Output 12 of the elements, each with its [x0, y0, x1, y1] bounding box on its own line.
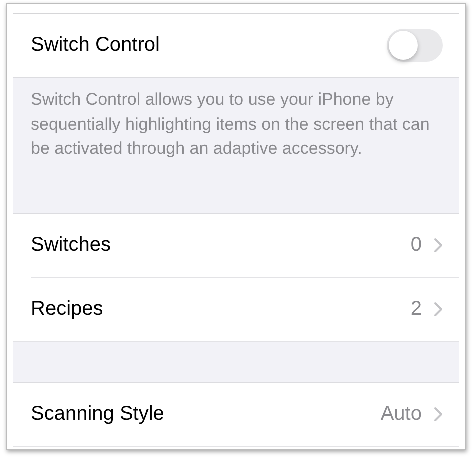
row-value: Auto [380, 403, 422, 426]
row-label: Switch Control [31, 34, 161, 57]
row-value: 2 [410, 298, 422, 321]
description-text: Switch Control allows you to use your iPhone by sequentially highlighting items on the screen that can be activated through an adaptive accessory. [31, 89, 431, 160]
chevron-icon [434, 238, 443, 253]
row-label: Switches [31, 234, 112, 257]
chevron-icon [434, 407, 443, 422]
row-label: Scanning Style [31, 403, 166, 426]
row-label: Recipes [31, 298, 104, 321]
toggle-switch[interactable] [387, 29, 443, 62]
row-value: 0 [410, 234, 422, 257]
chevron-icon [434, 302, 443, 317]
